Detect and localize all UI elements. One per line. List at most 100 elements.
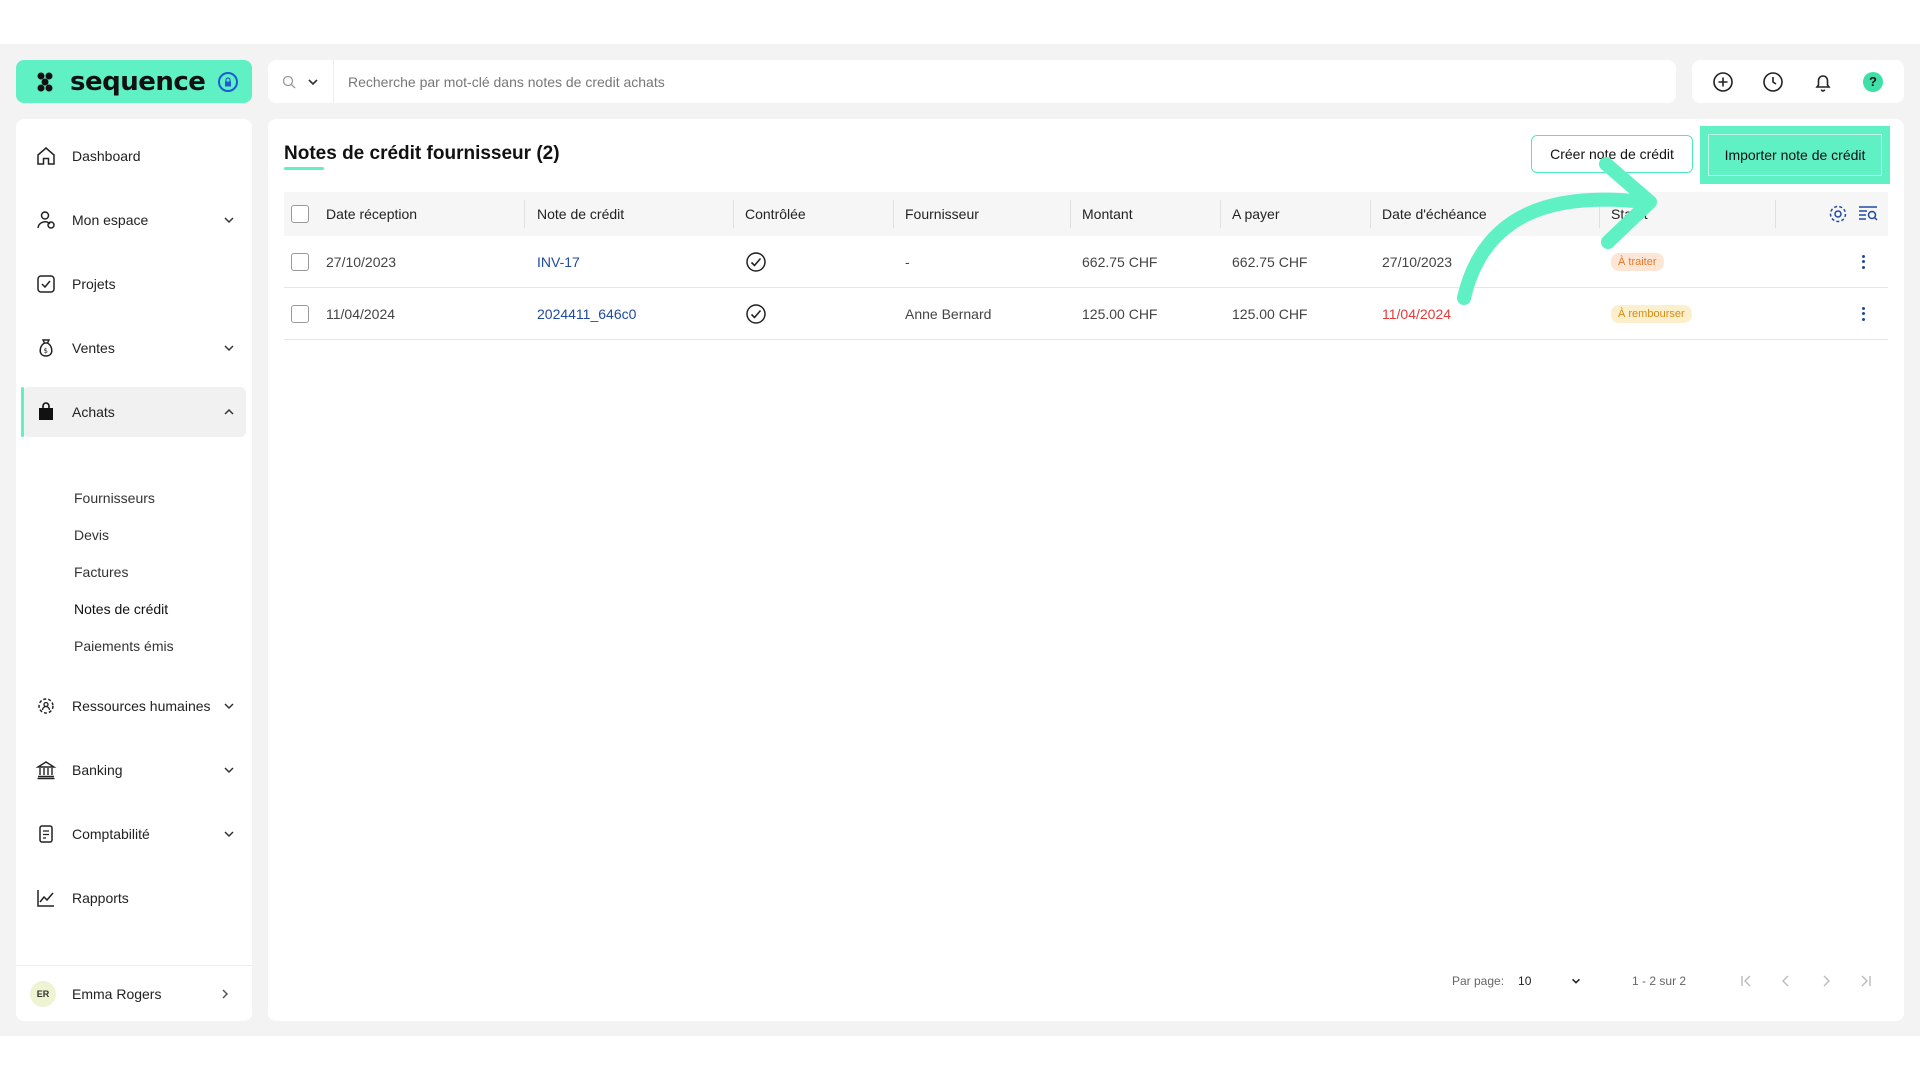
column-header-date-echeance[interactable]: Date d'échéance [1382, 206, 1487, 222]
home-icon [34, 144, 58, 168]
sidebar-item-comptabilite[interactable]: Comptabilité [22, 809, 246, 859]
per-page-select[interactable]: 10 [1518, 974, 1582, 988]
user-name: Emma Rogers [72, 985, 162, 1002]
import-credit-note-button[interactable]: Importer note de crédit [1700, 126, 1890, 184]
chevron-up-icon [224, 408, 234, 415]
sidebar-item-banking[interactable]: Banking [22, 745, 246, 795]
chart-icon [34, 886, 58, 910]
sidebar-item-label: Rapports [72, 890, 129, 906]
chevron-down-icon [224, 831, 234, 838]
sidebar-item-mon-espace[interactable]: Mon espace [22, 195, 246, 245]
chevron-down-icon [1572, 978, 1581, 984]
check-circle-icon [746, 303, 766, 324]
column-divider [1775, 200, 1776, 228]
credit-notes-table: Date réception Note de crédit Contrôlée … [284, 192, 1888, 340]
sidebar: Dashboard Mon espace Projets $ Ventes Ac… [16, 119, 252, 1021]
row-checkbox[interactable] [291, 304, 309, 323]
search-scope-dropdown[interactable] [268, 60, 334, 103]
cell-note-de-credit-link[interactable]: INV-17 [537, 254, 580, 270]
table-row[interactable]: 27/10/2023 INV-17 - 662.75 CHF 662.75 CH… [284, 236, 1888, 288]
sidebar-subitem-devis[interactable]: Devis [74, 527, 109, 543]
row-actions-menu-icon[interactable] [1858, 305, 1868, 323]
first-page-icon[interactable] [1726, 974, 1766, 988]
column-header-a-payer[interactable]: A payer [1232, 206, 1279, 222]
table-header: Date réception Note de crédit Contrôlée … [284, 192, 1888, 236]
column-divider [1220, 200, 1221, 228]
cell-a-payer: 662.75 CHF [1232, 253, 1308, 270]
sidebar-subitem-fournisseurs[interactable]: Fournisseurs [74, 490, 155, 506]
sidebar-item-label: Mon espace [72, 212, 149, 228]
chevron-down-icon [224, 217, 234, 224]
chevron-right-icon [222, 988, 229, 999]
sidebar-item-label: Dashboard [72, 148, 141, 164]
help-label: ? [1863, 71, 1883, 92]
app: sequence ? Dashboard [0, 44, 1920, 1036]
chevron-down-icon [224, 345, 234, 352]
plus-circle-icon[interactable] [1711, 70, 1735, 94]
sidebar-subitem-factures[interactable]: Factures [74, 564, 128, 580]
next-page-icon[interactable] [1806, 974, 1846, 988]
top-actions: ? [1692, 60, 1904, 103]
bell-icon[interactable] [1811, 70, 1835, 94]
sidebar-item-projets[interactable]: Projets [22, 259, 246, 309]
help-icon[interactable]: ? [1861, 70, 1885, 94]
user-menu[interactable]: ER Emma Rogers [16, 965, 252, 1021]
search-icon [282, 75, 296, 88]
money-bag-icon: $ [34, 336, 58, 360]
filter-search-icon[interactable] [1857, 203, 1879, 225]
cell-fournisseur: - [905, 253, 910, 270]
sidebar-item-label: Projets [72, 276, 116, 292]
column-header-montant[interactable]: Montant [1082, 206, 1133, 222]
column-header-note-de-credit[interactable]: Note de crédit [537, 206, 624, 222]
column-header-statut[interactable]: Statut [1611, 206, 1648, 222]
table-row[interactable]: 11/04/2024 2024411_646c0 Anne Bernard 12… [284, 288, 1888, 340]
select-all-checkbox[interactable] [291, 205, 309, 223]
cell-montant: 662.75 CHF [1082, 253, 1158, 270]
gear-people-icon [34, 694, 58, 718]
per-page-label: Par page: [1452, 974, 1505, 988]
cell-date-echeance-overdue: 11/04/2024 [1382, 305, 1452, 322]
sidebar-item-label: Banking [72, 762, 123, 778]
create-credit-note-button[interactable]: Créer note de crédit [1531, 135, 1693, 173]
title-underline [284, 167, 324, 170]
check-circle-icon [746, 251, 766, 272]
column-header-controlee[interactable]: Contrôlée [745, 206, 806, 222]
checkbox-icon [34, 272, 58, 296]
cell-date-reception: 11/04/2024 [326, 305, 396, 322]
brand-logo[interactable]: sequence [16, 60, 252, 103]
sidebar-item-dashboard[interactable]: Dashboard [22, 131, 246, 181]
avatar: ER [30, 980, 56, 1007]
prev-page-icon[interactable] [1766, 974, 1806, 988]
sidebar-item-achats[interactable]: Achats [21, 387, 246, 437]
cell-note-de-credit-link[interactable]: 2024411_646c0 [537, 306, 636, 322]
pagination: Par page: 10 1 - 2 sur 2 [1452, 969, 1886, 993]
sidebar-item-ventes[interactable]: $ Ventes [22, 323, 246, 373]
search-input[interactable] [334, 60, 1676, 103]
sidebar-item-ressources-humaines[interactable]: Ressources humaines [22, 681, 246, 731]
column-divider [1070, 200, 1071, 228]
column-divider [1599, 200, 1600, 228]
sequence-logo-icon [37, 72, 53, 91]
sidebar-item-label: Ventes [72, 340, 115, 356]
clock-icon[interactable] [1761, 70, 1785, 94]
user-icon [34, 208, 58, 232]
sidebar-subitem-notes-de-credit[interactable]: Notes de crédit [74, 601, 168, 617]
sidebar-item-rapports[interactable]: Rapports [22, 873, 246, 923]
sidebar-subitem-paiements-emis[interactable]: Paiements émis [74, 638, 174, 654]
status-badge: À rembourser [1611, 304, 1692, 323]
last-page-icon[interactable] [1846, 974, 1886, 988]
cell-date-reception: 27/10/2023 [326, 253, 397, 270]
column-divider [733, 200, 734, 228]
settings-gear-icon[interactable] [1827, 203, 1849, 225]
column-divider [524, 200, 525, 228]
row-actions-menu-icon[interactable] [1858, 253, 1868, 271]
status-badge: À traiter [1611, 252, 1664, 271]
column-divider [1370, 200, 1371, 228]
row-checkbox[interactable] [291, 252, 309, 271]
page-title: Notes de crédit fournisseur (2) [284, 143, 560, 164]
column-header-date-reception[interactable]: Date réception [326, 206, 417, 222]
chevron-down-icon [224, 703, 234, 710]
column-header-fournisseur[interactable]: Fournisseur [905, 206, 979, 222]
chevron-down-icon [224, 767, 234, 774]
lock-icon[interactable] [218, 71, 238, 92]
